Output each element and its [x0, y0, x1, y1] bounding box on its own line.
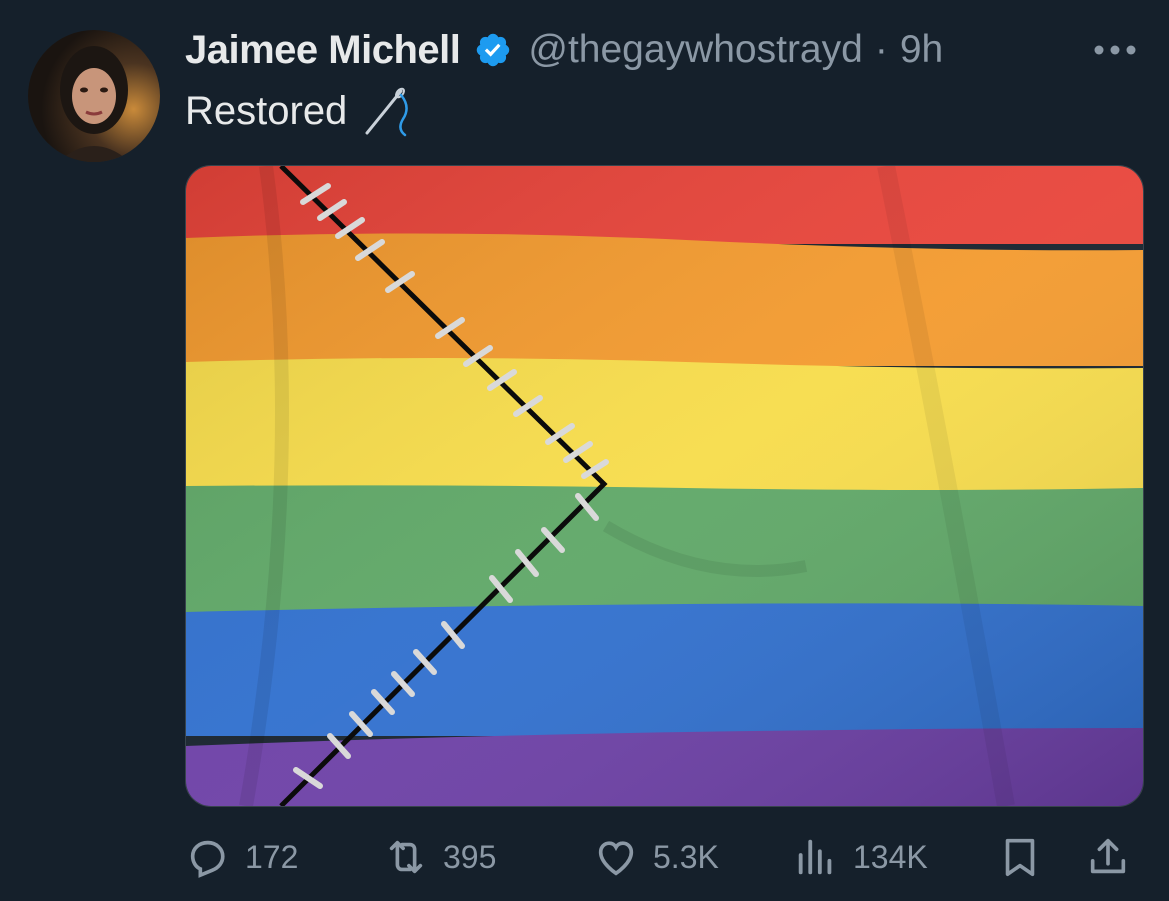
author-name[interactable]: Jaimee Michell [185, 28, 461, 73]
avatar-image [28, 30, 160, 162]
like-count: 5.3K [653, 838, 719, 875]
reply-count: 172 [245, 838, 299, 875]
tweet-actions: 172 395 5.3K 134K [185, 825, 1145, 889]
separator-dot: · [874, 28, 888, 71]
reply-icon [190, 840, 225, 878]
verified-badge-icon [477, 33, 510, 67]
bookmark-icon [1005, 838, 1035, 877]
avatar[interactable] [28, 30, 160, 162]
share-icon [1090, 838, 1126, 874]
needle-emoji-icon [365, 87, 409, 137]
tweet-header: Jaimee Michell @thegaywhostrayd · 9h [185, 22, 943, 78]
views-chart-icon [798, 839, 832, 875]
retweet-icon [389, 840, 423, 874]
more-icon [1094, 45, 1136, 55]
share-button[interactable] [1085, 825, 1131, 889]
like-button[interactable]: 5.3K [593, 825, 719, 889]
tweet-timestamp[interactable]: 9h [900, 28, 943, 72]
heart-icon [598, 841, 634, 876]
author-handle[interactable]: @thegaywhostrayd [528, 28, 862, 72]
tweet-text: Restored [185, 84, 413, 138]
more-options-button[interactable] [1090, 30, 1140, 70]
tweet-text-content: Restored [185, 88, 348, 133]
tweet-media-image[interactable] [185, 165, 1144, 807]
views-button[interactable]: 134K [793, 825, 928, 889]
retweet-button[interactable]: 395 [383, 825, 496, 889]
stitched-rainbow-flag-image [186, 166, 1143, 806]
views-count: 134K [853, 838, 928, 875]
bookmark-button[interactable] [997, 825, 1043, 889]
reply-button[interactable]: 172 [185, 825, 298, 889]
retweet-count: 395 [443, 838, 497, 875]
